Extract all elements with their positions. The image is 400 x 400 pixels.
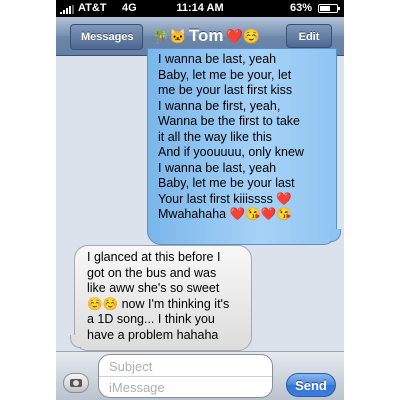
sent-message-bubble[interactable]: I wanna be last, yeah Baby, let me be yo… — [147, 48, 341, 245]
camera-icon[interactable] — [63, 373, 89, 393]
conversation-title: 🎋🐱 Tom ❤️☺️ — [152, 26, 260, 46]
phone-screen: AT&T 4G 11:14 AM 63% Messages 🎋🐱 Tom ❤️☺… — [56, 0, 344, 400]
subject-input[interactable] — [109, 357, 259, 375]
status-bar: AT&T 4G 11:14 AM 63% — [56, 0, 344, 17]
input-divider — [99, 376, 272, 377]
title-suffix-emoji: ❤️☺️ — [225, 28, 261, 44]
edit-button[interactable]: Edit — [286, 24, 332, 48]
contact-name: Tom — [188, 26, 224, 45]
title-prefix-emoji: 🎋🐱 — [152, 28, 187, 44]
compose-bar: Send — [56, 351, 344, 400]
battery-icon — [318, 4, 340, 13]
send-button[interactable]: Send — [286, 373, 336, 397]
message-input-box — [98, 354, 273, 398]
battery-percent: 63% — [289, 2, 312, 14]
back-to-messages-button[interactable]: Messages — [70, 24, 143, 50]
imessage-input[interactable] — [109, 378, 259, 396]
received-message-bubble[interactable]: I glanced at this before I got on the bu… — [70, 245, 252, 351]
